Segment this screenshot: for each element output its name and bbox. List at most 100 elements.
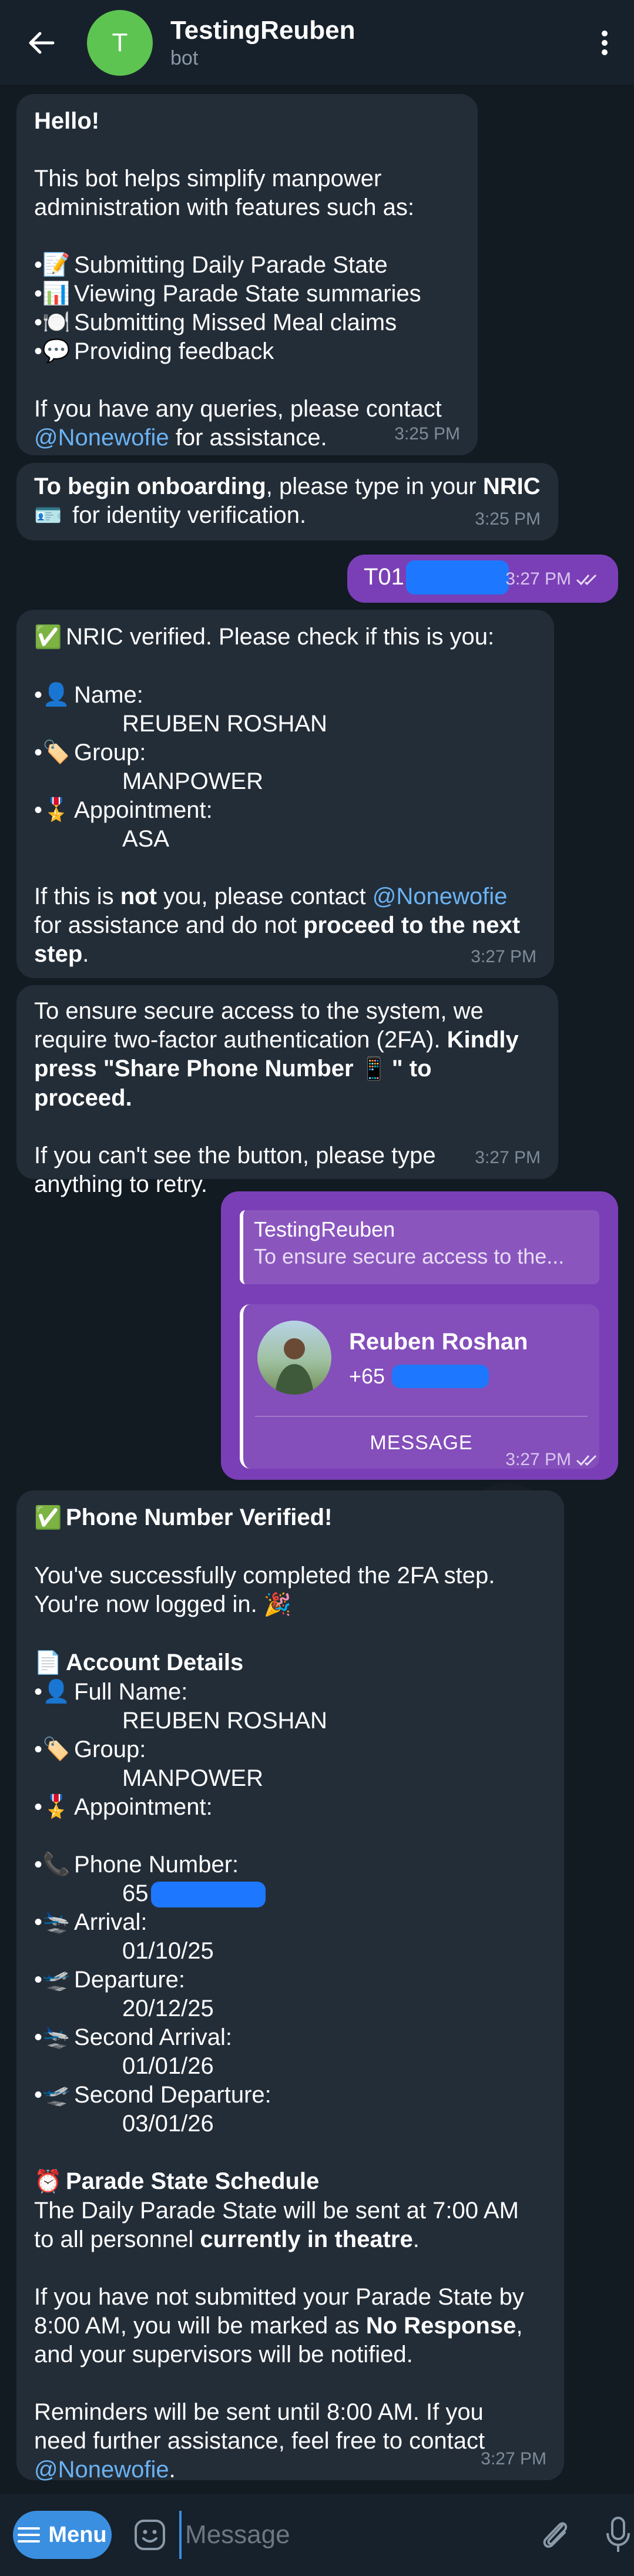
detail-value: 03/01/26 [122,2111,214,2137]
person-icon: 👤 [42,1680,71,1704]
alarm-clock-icon: ⏰ [34,2169,62,2194]
microphone-icon[interactable] [602,2514,634,2555]
message-contact-shared[interactable]: TestingReuben To ensure secure access to… [221,1191,618,1480]
menu-button[interactable]: Menu [13,2511,112,2559]
check-mark-icon: ✅ [34,625,62,650]
plane-departure-icon: 🛫 [42,1967,71,1992]
avatar-letter: T [112,28,128,57]
list-item: • 🎖️ Appointment: [34,1793,546,1822]
menu-bars-icon [18,2527,41,2543]
back-arrow-icon[interactable] [24,25,59,61]
plate-icon: 🍽️ [42,310,71,335]
redaction-mark [406,560,509,595]
detail-value: ASA [122,826,170,852]
double-check-icon [576,1455,597,1466]
bot-avatar[interactable]: T [87,9,153,76]
schedule-bold: currently in theatre [200,2226,413,2252]
detail-label: Phone Number: [74,1852,239,1878]
bar-chart-icon: 📊 [42,281,71,306]
text-fragment: If this is [34,884,120,909]
schedule-title: Parade State Schedule [66,2168,320,2194]
medal-icon: 🎖️ [42,798,71,822]
message-time: 3:25 PM [394,424,460,444]
verified-title: Phone Number Verified! [66,1504,333,1530]
twofa-retry-text: If you can't see the button, please type… [34,1143,436,1197]
onboarding-text-2: for identity verification. [72,502,307,528]
paperclip-icon[interactable] [539,2514,572,2555]
reply-quote[interactable]: TestingReuben To ensure secure access to… [240,1210,599,1284]
text-fragment: . [412,2226,420,2252]
telephone-icon: 📞 [42,1852,71,1877]
phone-prefix: 65 [122,1880,149,1906]
list-item: • 💬 Providing feedback [34,337,460,366]
message-phone-verified[interactable]: ✅ Phone Number Verified! You've successfu… [16,1490,564,2483]
message-nric-verified[interactable]: ✅ NRIC verified. Please check if this is … [16,610,554,978]
list-item: • 👤 Full Name: [34,1678,546,1707]
detail-label: Appointment: [74,797,213,823]
plane-arrival-icon: 🛬 [42,2025,71,2050]
schedule-text: Reminders will be sent until 8:00 AM. If… [34,2399,485,2454]
emoji-sticker-icon[interactable] [132,2514,167,2555]
detail-value: MANPOWER [122,1765,263,1791]
chat-header: T TestingReuben bot [0,0,634,86]
onboarding-text: , please type in your [266,473,483,499]
plane-departure-icon: 🛫 [42,2083,71,2107]
text-fragment: . [169,2457,176,2483]
message-composer: Menu [0,2494,634,2576]
contact-avatar[interactable] [257,1321,331,1395]
plane-arrival-icon: 🛬 [42,1910,71,1934]
detail-label: Departure: [74,1967,185,1993]
double-check-icon [576,574,597,585]
message-time: 3:27 PM [475,1148,541,1167]
phone-prefix: +65 [349,1364,385,1388]
message-time: 3:27 PM [505,1450,571,1469]
no-response-bold: No Response [365,2313,516,2339]
mention-link[interactable]: @Nonewofie [373,884,508,909]
reply-text: To ensure secure access to the... [254,1244,565,1268]
message-nric-sent[interactable]: T01 3:27 PM [347,555,618,603]
mention-link[interactable]: @Nonewofie [34,2457,169,2483]
detail-value: REUBEN ROSHAN [122,711,327,737]
twofa-text: To ensure secure access to the system, w… [34,998,484,1053]
list-item: • 📝 Submitting Daily Parade State [34,251,460,280]
detail-label: Second Arrival: [74,2024,233,2050]
person-icon: 👤 [42,683,71,707]
party-popper-icon: 🎉 [263,1593,292,1617]
message-welcome[interactable]: Hello! This bot helps simplify manpower … [16,94,478,455]
message-2fa[interactable]: To ensure secure access to the system, w… [16,985,558,1197]
detail-label: Full Name: [74,1679,188,1705]
more-options-icon[interactable] [587,19,622,66]
message-time: 3:27 PM [505,569,571,589]
detail-label: Arrival: [74,1909,147,1935]
detail-value: MANPOWER [122,768,263,794]
message-input[interactable] [179,2511,469,2559]
feature-text: Submitting Missed Meal claims [74,310,397,335]
mobile-phone-icon: 📱 [360,1057,388,1082]
nric-text: T01 [364,564,404,590]
list-item: • 📞 Phone Number: [34,1850,546,1879]
list-item: • 🎖️ Appointment: [34,796,536,825]
text-fragment: you, please contact [156,884,373,909]
nric-bold: NRIC [482,473,541,499]
message-time-status: 3:27 PM [505,565,601,593]
tag-icon: 🏷️ [42,740,71,765]
contact-card[interactable]: Reuben Roshan +65 MESSAGE [240,1304,599,1469]
reply-name: TestingReuben [254,1217,395,1241]
list-item: • 🛬 Second Arrival: [34,2023,546,2052]
id-card-icon: 🪪 [34,503,62,528]
list-item: • 👤 Name: [34,681,536,710]
feature-text: Providing feedback [74,338,274,364]
contact-text-end: for assistance. [175,425,327,451]
chat-title: TestingReuben [170,15,355,45]
mention-link[interactable]: @Nonewofie [34,425,169,451]
detail-value: 65 [34,1879,546,1908]
list-item: • 🏷️ Group: [34,1735,546,1764]
chat-title-area[interactable]: TestingReuben bot [170,15,587,70]
welcome-intro: This bot helps simplify manpower adminis… [34,166,414,220]
account-title: Account Details [66,1650,244,1675]
detail-value: 20/12/25 [122,1996,214,2021]
list-item: • 🍽️ Submitting Missed Meal claims [34,308,460,337]
text-fragment: for assistance and do not [34,912,304,938]
message-onboarding[interactable]: To begin onboarding, please type in your… [16,463,558,540]
check-mark-icon: ✅ [34,1506,62,1530]
